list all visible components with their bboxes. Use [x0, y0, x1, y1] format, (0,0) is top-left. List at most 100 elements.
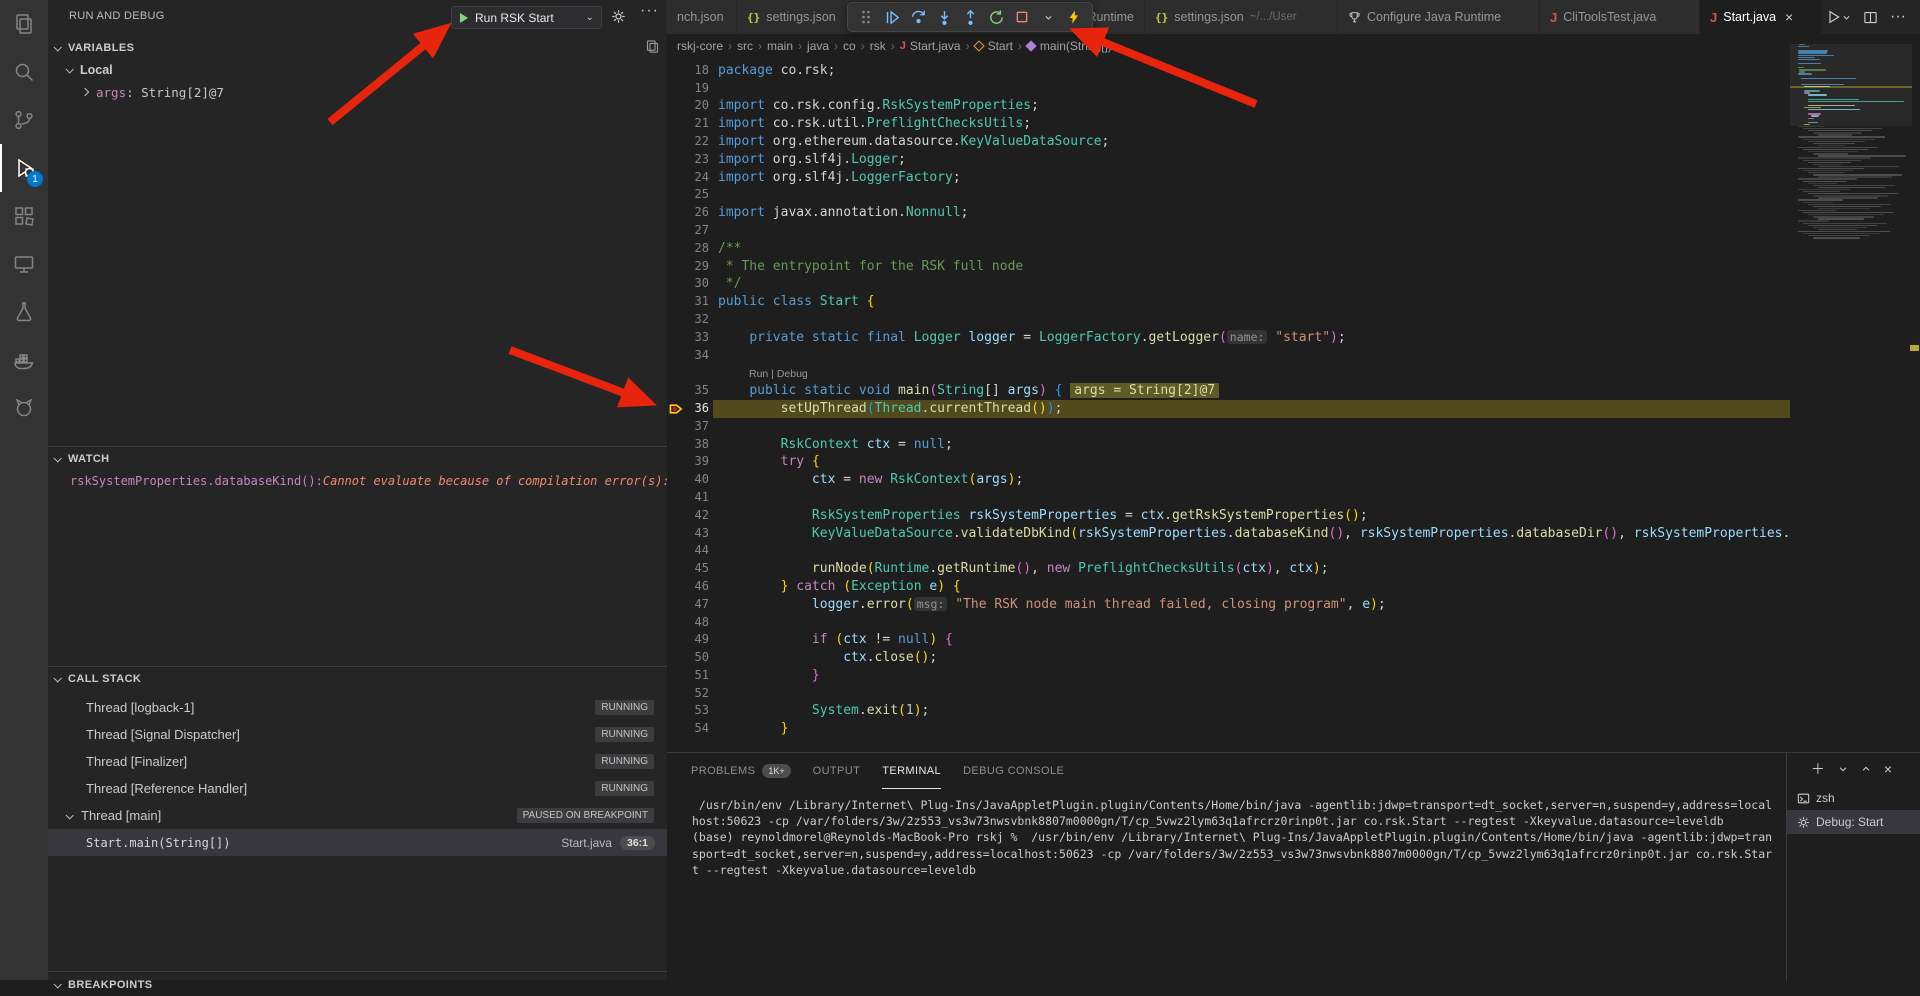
code-line-47[interactable]: 47 logger.error(msg: "The RSK node main … [667, 596, 1920, 614]
drag-icon[interactable] [854, 4, 878, 30]
chevron-down-icon[interactable]: ⌄ [586, 12, 594, 23]
code-line-36[interactable]: 36 setUpThread(Thread.currentThread()); [667, 400, 1920, 418]
more-actions-icon[interactable]: ··· [1890, 8, 1906, 26]
code-line-44[interactable]: 44 [667, 542, 1920, 560]
code-editor[interactable]: 17 */18package co.rsk;1920import co.rsk.… [667, 44, 1920, 738]
code-line-23[interactable]: 23import org.slf4j.Logger; [667, 151, 1920, 169]
breadcrumb-item[interactable]: rsk [870, 39, 886, 53]
tab-start-java[interactable]: JStart.java× [1700, 0, 1822, 34]
new-terminal-icon[interactable]: ＋ [1811, 759, 1825, 779]
code-line-26[interactable]: 26import javax.annotation.Nonnull; [667, 204, 1920, 222]
code-line-41[interactable]: 41 [667, 489, 1920, 507]
code-line-37[interactable]: 37 [667, 418, 1920, 436]
terminal-list-item-zsh[interactable]: zsh [1787, 786, 1920, 810]
hot-code-replace-icon[interactable] [1062, 4, 1086, 30]
code-line-38[interactable]: 38 RskContext ctx = null; [667, 436, 1920, 454]
activity-item-search[interactable] [0, 48, 48, 96]
variable-args[interactable]: args : String[2]@7 [48, 81, 667, 103]
activity-item-remote-explorer[interactable] [0, 240, 48, 288]
code-line-48[interactable]: 48 [667, 614, 1920, 632]
code-line-52[interactable]: 52 [667, 685, 1920, 703]
breadcrumb-item[interactable]: java [807, 39, 829, 53]
watch-section-header[interactable]: WATCH [48, 448, 667, 470]
variables-scope-local[interactable]: Local [48, 59, 667, 81]
breadcrumb-item[interactable]: rskj-core [677, 39, 723, 53]
split-editor-icon[interactable] [1863, 10, 1878, 25]
gear-icon[interactable] [611, 9, 626, 24]
step-over-icon[interactable] [906, 4, 930, 30]
close-panel-icon[interactable]: × [1884, 761, 1892, 777]
code-line-30[interactable]: 30 */ [667, 275, 1920, 293]
code-line-49[interactable]: 49 if (ctx != null) { [667, 631, 1920, 649]
tab-clitoolstest-java[interactable]: JCliToolsTest.java [1540, 0, 1700, 34]
terminal-list-item-debug-start[interactable]: Debug: Start [1787, 810, 1920, 834]
thread-row[interactable]: Thread [Reference Handler]RUNNING [48, 775, 667, 802]
restart-icon[interactable] [984, 4, 1008, 30]
activity-item-mascot[interactable] [0, 384, 48, 432]
code-line-24[interactable]: 24import org.slf4j.LoggerFactory; [667, 169, 1920, 187]
code-line-25[interactable]: 25 [667, 186, 1920, 204]
codelens-row[interactable]: Run | Debug [667, 364, 1920, 382]
panel-tab-problems[interactable]: PROBLEMS1K+ [691, 753, 791, 789]
code-line-21[interactable]: 21import co.rsk.util.PreflightChecksUtil… [667, 115, 1920, 133]
thread-row[interactable]: Thread [Finalizer]RUNNING [48, 748, 667, 775]
breadcrumb-item[interactable]: main [767, 39, 793, 53]
code-line-40[interactable]: 40 ctx = new RskContext(args); [667, 471, 1920, 489]
more-actions-icon[interactable]: ··· [640, 2, 659, 20]
tab-settings-json[interactable]: {}settings.json~/.../User [1145, 0, 1338, 34]
activity-item-run-and-debug[interactable]: 1 [0, 144, 48, 192]
code-line-46[interactable]: 46 } catch (Exception e) { [667, 578, 1920, 596]
code-line-29[interactable]: 29 * The entrypoint for the RSK full nod… [667, 258, 1920, 276]
activity-item-docker[interactable] [0, 336, 48, 384]
activity-item-explorer[interactable] [0, 0, 48, 48]
activity-item-testing[interactable] [0, 288, 48, 336]
terminal-output[interactable]: /usr/bin/env /Library/Internet\ Plug-Ins… [692, 797, 1777, 878]
launch-config-button[interactable]: Run RSK Start ⌄ [451, 6, 602, 29]
code-line-32[interactable]: 32 [667, 311, 1920, 329]
breadcrumb-item[interactable]: main(String[]) [1027, 39, 1112, 53]
breakpoints-section-header[interactable]: BREAKPOINTS [48, 974, 667, 996]
code-line-28[interactable]: 28/** [667, 240, 1920, 258]
code-line-42[interactable]: 42 RskSystemProperties rskSystemProperti… [667, 507, 1920, 525]
code-line-53[interactable]: 53 System.exit(1); [667, 702, 1920, 720]
code-line-51[interactable]: 51 } [667, 667, 1920, 685]
stack-frame-selected[interactable]: Start.main(String[]) Start.java 36:1 [48, 829, 667, 856]
maximize-panel-icon[interactable] [1861, 764, 1871, 774]
activity-item-source-control[interactable] [0, 96, 48, 144]
codelens-run-debug[interactable]: Run | Debug [749, 366, 808, 382]
breadcrumb-item[interactable]: src [737, 39, 753, 53]
code-line-33[interactable]: 33 private static final Logger logger = … [667, 329, 1920, 347]
step-into-icon[interactable] [932, 4, 956, 30]
watch-expression[interactable]: rskSystemProperties.databaseKind(): Cann… [48, 470, 667, 492]
breadcrumb-item[interactable]: co [843, 39, 856, 53]
chevron-down-icon[interactable] [1838, 764, 1848, 774]
code-line-39[interactable]: 39 try { [667, 453, 1920, 471]
step-out-icon[interactable] [958, 4, 982, 30]
thread-row[interactable]: Thread [logback-1]RUNNING [48, 694, 667, 721]
code-line-34[interactable]: 34 [667, 347, 1920, 365]
tab-nch-json[interactable]: nch.json [667, 0, 737, 34]
breadcrumb-item[interactable]: Start [975, 39, 1013, 53]
code-line-19[interactable]: 19 [667, 80, 1920, 98]
stop-icon[interactable] [1010, 4, 1034, 30]
code-line-35[interactable]: 35 public static void main(String[] args… [667, 382, 1920, 400]
variables-section-header[interactable]: VARIABLES [48, 37, 667, 59]
minimap[interactable] [1790, 0, 1912, 708]
chevron-down-icon[interactable] [1036, 4, 1060, 30]
code-line-18[interactable]: 18package co.rsk; [667, 62, 1920, 80]
code-line-27[interactable]: 27 [667, 222, 1920, 240]
code-line-45[interactable]: 45 runNode(Runtime.getRuntime(), new Pre… [667, 560, 1920, 578]
continue-icon[interactable] [880, 4, 904, 30]
call-stack-section-header[interactable]: CALL STACK [48, 668, 667, 690]
code-line-54[interactable]: 54 } [667, 720, 1920, 738]
thread-row[interactable]: Thread [main]PAUSED ON BREAKPOINT [48, 802, 667, 829]
breadcrumb-item[interactable]: JStart.java [900, 39, 961, 53]
tab-configure-java-runtime[interactable]: Configure Java Runtime [1338, 0, 1540, 34]
panel-tab-terminal[interactable]: TERMINAL [882, 753, 941, 789]
close-icon[interactable]: × [1785, 9, 1793, 25]
activity-item-extensions[interactable] [0, 192, 48, 240]
run-java-button[interactable] [1826, 9, 1851, 25]
code-line-20[interactable]: 20import co.rsk.config.RskSystemProperti… [667, 97, 1920, 115]
pages-icon[interactable] [645, 39, 660, 54]
code-line-31[interactable]: 31public class Start { [667, 293, 1920, 311]
